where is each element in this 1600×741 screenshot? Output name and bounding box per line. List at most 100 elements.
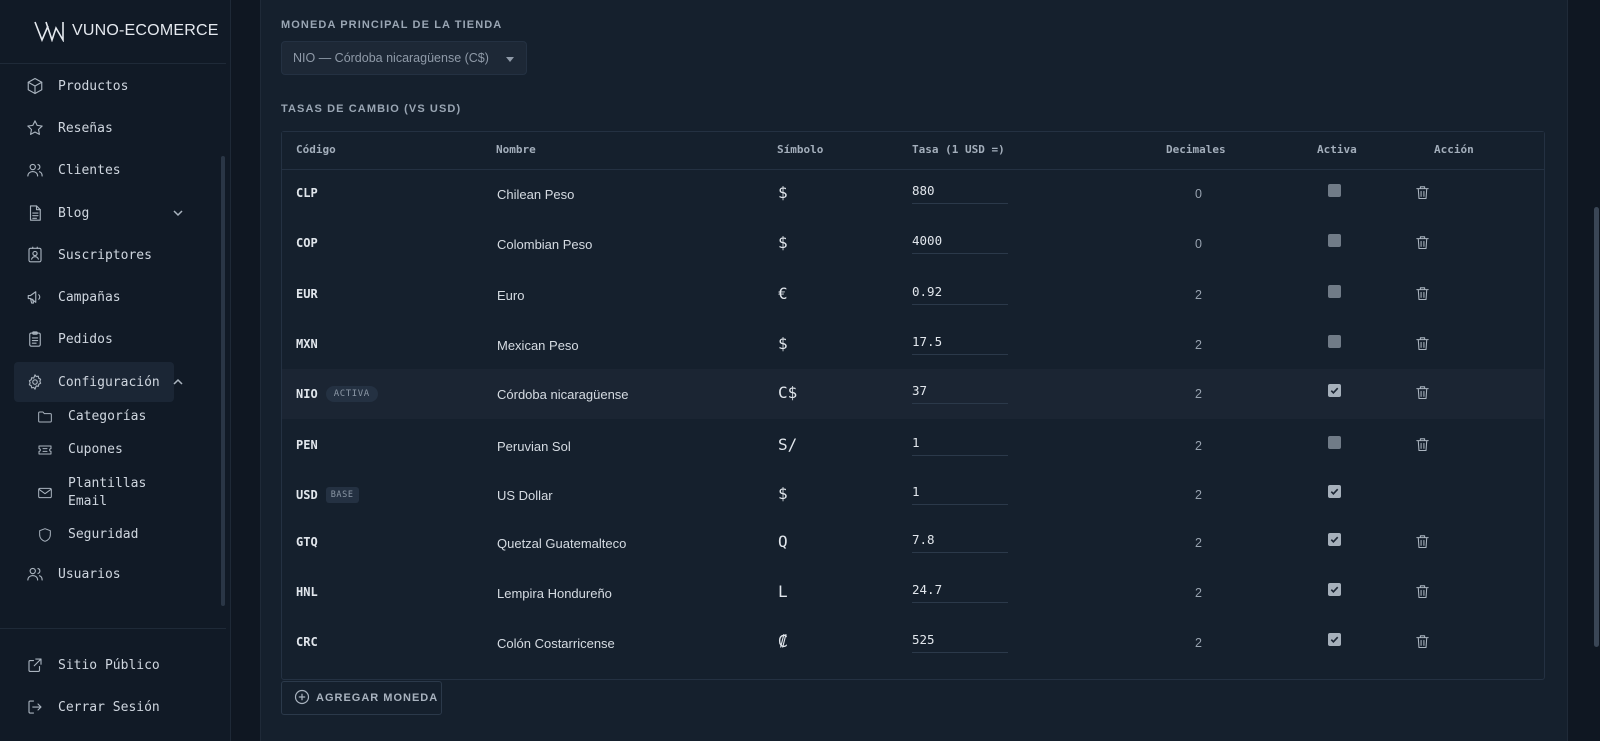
currency-name: Peruvian Sol	[497, 439, 571, 454]
sidebar-item-cerrar-sesion[interactable]: Cerrar Sesión	[14, 687, 174, 727]
currency-code: HNL	[296, 585, 318, 599]
currency-code: CLP	[296, 186, 318, 200]
active-checkbox[interactable]	[1328, 485, 1341, 498]
clipboard-icon	[26, 330, 44, 348]
active-checkbox[interactable]	[1328, 384, 1341, 397]
currency-code: NIO ACTIVA	[296, 386, 378, 402]
sidebar-subitem-plantillas-email[interactable]: Plantillas Email	[36, 475, 186, 511]
trash-icon[interactable]	[1414, 633, 1432, 651]
trash-icon[interactable]	[1414, 234, 1432, 252]
contact-card-icon	[26, 246, 44, 264]
sidebar-item-configuracion[interactable]: Configuración	[14, 362, 183, 402]
active-checkbox[interactable]	[1328, 533, 1341, 546]
rate-input[interactable]: 880	[912, 179, 1008, 204]
currency-code: EUR	[296, 287, 318, 301]
sidebar-item-label: Blog	[58, 205, 90, 221]
sidebar-subitem-seguridad[interactable]: Seguridad	[36, 526, 186, 544]
currency-settings-panel: MONEDA PRINCIPAL DE LA TIENDA NIO — Córd…	[260, 0, 1568, 741]
chevron-up-icon[interactable]	[170, 374, 186, 390]
sidebar-item-productos[interactable]: Productos	[14, 66, 174, 106]
sidebar-item-pedidos[interactable]: Pedidos	[14, 319, 174, 359]
sidebar-scrollbar[interactable]	[221, 156, 225, 606]
table-row: COP Colombian Peso $ 4000 0	[282, 219, 1544, 269]
chevron-down-icon[interactable]	[170, 205, 186, 221]
active-checkbox[interactable]	[1328, 335, 1341, 348]
currency-decimals: 2	[1195, 338, 1202, 352]
rate-input[interactable]: 4000	[912, 229, 1008, 254]
main-scrollbar[interactable]	[1594, 207, 1599, 647]
rate-input[interactable]: 525	[912, 628, 1008, 653]
sidebar-subitem-label: Cupones	[68, 442, 123, 457]
sidebar-subitem-label: Categorías	[68, 409, 147, 424]
trash-icon[interactable]	[1414, 384, 1432, 402]
sidebar-item-label: Suscriptores	[58, 247, 152, 263]
active-checkbox[interactable]	[1328, 633, 1341, 646]
currency-symbol: $	[778, 233, 788, 252]
add-currency-button[interactable]: AGREGAR MONEDA	[281, 681, 442, 715]
ticket-icon	[36, 441, 54, 459]
trash-icon[interactable]	[1414, 583, 1432, 601]
currency-code-text: CRC	[296, 635, 318, 649]
rate-input[interactable]: 0.92	[912, 280, 1008, 305]
star-icon	[26, 119, 44, 137]
currency-code-text: COP	[296, 236, 318, 250]
column-header-decimals: Decimales	[1166, 143, 1226, 156]
trash-icon[interactable]	[1414, 285, 1432, 303]
trash-icon[interactable]	[1414, 533, 1432, 551]
currency-name: Lempira Hondureño	[497, 586, 612, 601]
currency-decimals: 0	[1195, 237, 1202, 251]
sidebar-item-label: Pedidos	[58, 331, 113, 347]
rate-input[interactable]: 1	[912, 480, 1008, 505]
sidebar-item-label: Reseñas	[58, 120, 113, 136]
active-checkbox[interactable]	[1328, 234, 1341, 247]
sidebar-item-sitio-publico[interactable]: Sitio Público	[14, 645, 174, 685]
sidebar-item-blog[interactable]: Blog	[14, 193, 183, 233]
currency-code-text: USD	[296, 488, 318, 502]
main-content: MONEDA PRINCIPAL DE LA TIENDA NIO — Córd…	[230, 0, 1600, 741]
currency-symbol: $	[778, 334, 788, 353]
sidebar-item-usuarios[interactable]: Usuarios	[14, 554, 174, 594]
currency-code-text: GTQ	[296, 535, 318, 549]
sidebar-item-clientes[interactable]: Clientes	[14, 150, 174, 190]
active-checkbox[interactable]	[1328, 285, 1341, 298]
rate-input[interactable]: 37	[912, 379, 1008, 404]
exchange-rates-table: Código Nombre Símbolo Tasa (1 USD =) Dec…	[281, 131, 1545, 680]
currency-symbol: C$	[778, 383, 798, 402]
sidebar-item-label: Campañas	[58, 289, 121, 305]
sidebar-subitem-label: Plantillas Email	[68, 476, 147, 509]
plus-circle-icon	[294, 689, 310, 708]
brand[interactable]: VUNO-ECOMERCE	[34, 18, 219, 44]
rate-input[interactable]: 1	[912, 431, 1008, 456]
rate-input[interactable]: 17.5	[912, 330, 1008, 355]
sidebar-item-suscriptores[interactable]: Suscriptores	[14, 235, 174, 275]
currency-code-text: NIO	[296, 387, 318, 401]
trash-icon[interactable]	[1414, 436, 1432, 454]
sidebar-item-campanas[interactable]: Campañas	[14, 277, 174, 317]
rate-input[interactable]: 24.7	[912, 578, 1008, 603]
currency-code: MXN	[296, 337, 318, 351]
currency-symbol: L	[778, 582, 788, 601]
sidebar-subitem-categorias[interactable]: Categorías	[36, 408, 186, 426]
exchange-rates-label: TASAS DE CAMBIO (VS USD)	[281, 103, 462, 115]
sidebar-item-resenas[interactable]: Reseñas	[14, 108, 174, 148]
currency-name: Mexican Peso	[497, 338, 579, 353]
active-checkbox[interactable]	[1328, 436, 1341, 449]
trash-icon[interactable]	[1414, 184, 1432, 202]
table-row: MXN Mexican Peso $ 17.5 2	[282, 320, 1544, 370]
active-checkbox[interactable]	[1328, 583, 1341, 596]
column-header-rate: Tasa (1 USD =)	[912, 143, 1005, 156]
mail-icon	[36, 484, 54, 502]
currency-code: PEN	[296, 438, 318, 452]
currency-code-text: PEN	[296, 438, 318, 452]
sidebar-subitem-cupones[interactable]: Cupones	[36, 441, 186, 459]
users-icon	[26, 161, 44, 179]
main-currency-select[interactable]: NIO — Córdoba nicaragüense (C$)	[281, 41, 527, 75]
logout-icon	[26, 698, 44, 716]
document-icon	[26, 204, 44, 222]
rate-input[interactable]: 7.8	[912, 528, 1008, 553]
currency-name: Quetzal Guatemalteco	[497, 536, 627, 551]
sidebar-item-label: Cerrar Sesión	[58, 699, 160, 715]
active-checkbox[interactable]	[1328, 184, 1341, 197]
gear-icon	[26, 373, 44, 391]
trash-icon[interactable]	[1414, 335, 1432, 353]
